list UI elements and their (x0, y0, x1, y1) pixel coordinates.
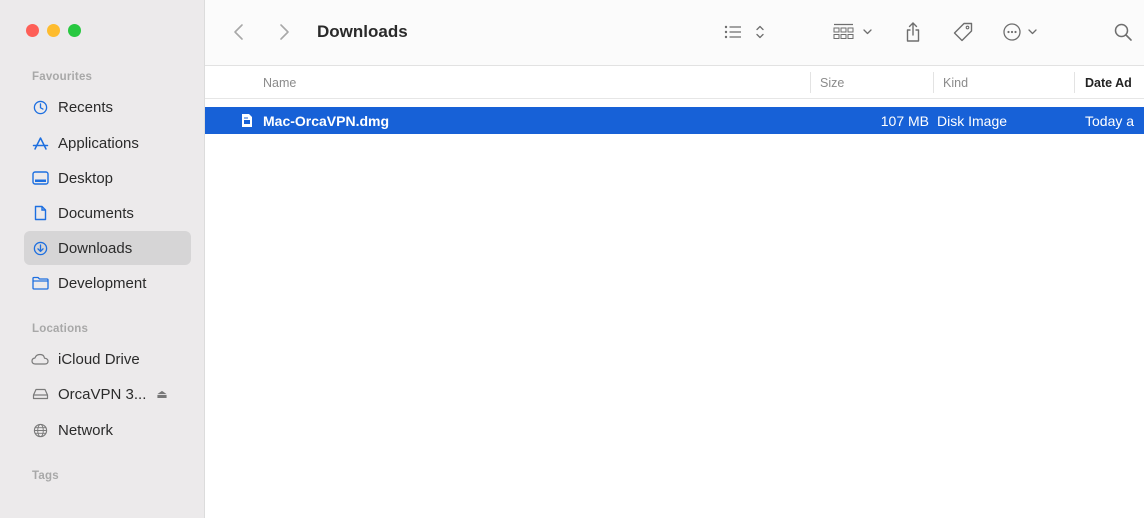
eject-icon[interactable]: ⏏ (156, 387, 167, 401)
column-kind-header[interactable]: Kind (943, 76, 968, 90)
applications-icon (30, 134, 50, 152)
finder-window: Favourites Recents Applications Desktop … (0, 0, 1144, 518)
favourites-section-title: Favourites (32, 71, 93, 83)
window-controls (26, 24, 81, 37)
sidebar-item-label: Desktop (58, 169, 114, 187)
sidebar-item-label: Applications (58, 134, 139, 152)
sidebar-item-label: iCloud Drive (58, 350, 140, 368)
locations-section-title: Locations (32, 323, 89, 335)
column-name-header[interactable]: Name (263, 76, 296, 90)
file-size: 107 MB (880, 113, 929, 129)
list-view-icon (724, 23, 768, 44)
sidebar-item-label: Documents (58, 204, 134, 222)
back-icon (233, 23, 244, 44)
column-divider[interactable] (810, 72, 811, 93)
column-date-added-header[interactable]: Date Ad (1085, 76, 1132, 90)
search-button[interactable] (1110, 18, 1136, 48)
clock-icon (30, 98, 50, 116)
tags-section-title: Tags (32, 470, 59, 482)
share-button[interactable] (900, 18, 926, 48)
desktop-icon (30, 169, 50, 187)
tag-icon (952, 21, 974, 46)
file-name: Mac-OrcaVPN.dmg (263, 113, 390, 129)
sidebar-item-label: Network (58, 421, 114, 439)
column-header: Name Size Kind Date Ad (205, 66, 1144, 99)
sidebar-item-documents[interactable]: Documents (24, 196, 191, 230)
cloud-icon (30, 350, 50, 368)
search-icon (1113, 22, 1133, 45)
window-title: Downloads (317, 22, 408, 41)
sidebar-item-label: Development (58, 274, 147, 292)
sidebar-item-development[interactable]: Development (24, 266, 191, 300)
sidebar-item-icloud-drive[interactable]: iCloud Drive (24, 342, 191, 376)
sidebar-item-downloads[interactable]: Downloads (24, 231, 191, 265)
sidebar-item-label: Recents (58, 98, 114, 116)
disk-icon (30, 385, 50, 403)
network-icon (30, 421, 50, 439)
forward-button[interactable] (273, 18, 295, 48)
close-button[interactable] (26, 24, 39, 37)
sidebar-item-label: OrcaVPN 3... (58, 385, 147, 403)
more-icon (1002, 22, 1046, 45)
file-list: Mac-OrcaVPN.dmg 107 MB Disk Image Today … (205, 107, 1144, 134)
zoom-button[interactable] (68, 24, 81, 37)
share-icon (905, 21, 921, 46)
sidebar-item-recents[interactable]: Recents (24, 90, 191, 124)
minimize-button[interactable] (47, 24, 60, 37)
downloads-icon (30, 239, 50, 257)
folder-icon (30, 274, 50, 292)
sidebar: Favourites Recents Applications Desktop … (0, 0, 205, 518)
column-divider[interactable] (1074, 72, 1075, 93)
document-icon (30, 204, 50, 222)
forward-icon (279, 23, 290, 44)
toolbar: Downloads (205, 0, 1144, 66)
view-options-button[interactable] (722, 18, 770, 48)
file-kind: Disk Image (937, 113, 1008, 129)
more-actions-button[interactable] (1001, 18, 1047, 48)
file-row[interactable]: Mac-OrcaVPN.dmg 107 MB Disk Image Today … (205, 107, 1144, 134)
back-button[interactable] (227, 18, 249, 48)
sidebar-item-label: Downloads (58, 239, 133, 257)
sidebar-item-desktop[interactable]: Desktop (24, 161, 191, 195)
sidebar-item-orcavpn-volume[interactable]: OrcaVPN 3... ⏏ (24, 377, 191, 411)
column-size-header[interactable]: Size (820, 76, 844, 90)
column-divider[interactable] (933, 72, 934, 93)
sidebar-item-applications[interactable]: Applications (24, 126, 191, 160)
group-icon (833, 22, 881, 45)
tag-button[interactable] (949, 18, 977, 48)
file-date-added: Today a (1085, 113, 1135, 129)
disk-image-icon (241, 113, 253, 128)
group-button[interactable] (832, 18, 882, 48)
sidebar-item-network[interactable]: Network (24, 413, 191, 447)
